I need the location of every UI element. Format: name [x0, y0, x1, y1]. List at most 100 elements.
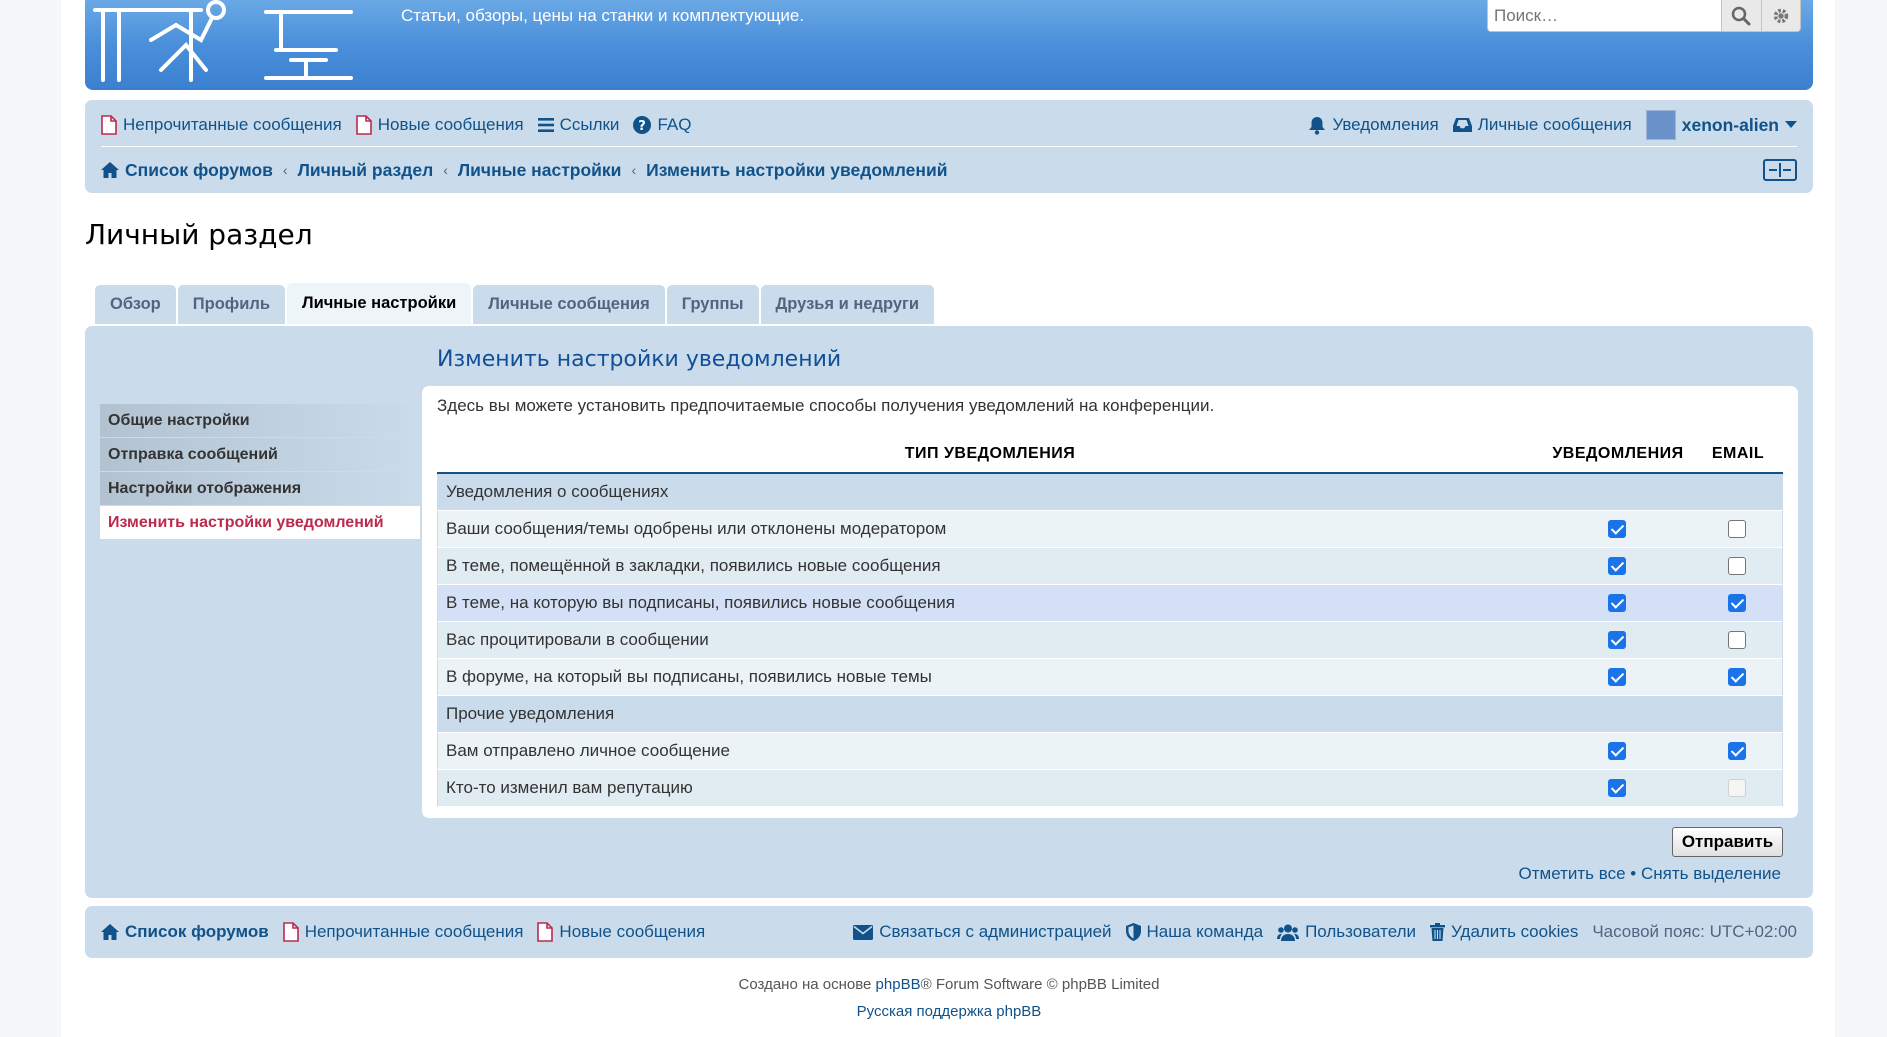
notify-checkbox[interactable] — [1608, 631, 1626, 649]
gear-icon — [1773, 8, 1788, 23]
notification-type-label: Вас процитировали в сообщении — [446, 630, 709, 649]
contact-admin-label: Связаться с администрацией — [879, 922, 1112, 941]
notify-checkbox[interactable] — [1608, 779, 1626, 797]
file-icon — [282, 922, 299, 942]
mark-all-link[interactable]: Отметить все — [1519, 864, 1626, 883]
notification-table: ТИП УВЕДОМЛЕНИЯ УВЕДОМЛЕНИЯ EMAIL Уведом… — [437, 436, 1783, 807]
submit-button[interactable]: Отправить — [1672, 827, 1783, 857]
tab-overview[interactable]: Обзор — [95, 285, 176, 324]
column-header-email: EMAIL — [1711, 445, 1765, 462]
side-menu-item-notifications[interactable]: Изменить настройки уведомлений — [100, 506, 420, 540]
bars-icon — [537, 118, 554, 132]
tab-profile[interactable]: Профиль — [177, 285, 285, 324]
notification-settings-box: Здесь вы можете установить предпочитаемы… — [422, 386, 1798, 818]
email-checkbox[interactable] — [1728, 742, 1746, 760]
header-bar: Статьи, обзоры, цены на станки и комплек… — [85, 0, 1813, 90]
copyright-line: Создано на основе phpBB® Forum Software … — [85, 976, 1813, 993]
email-checkbox[interactable] — [1728, 668, 1746, 686]
shield-icon — [1125, 923, 1141, 941]
notification-type-label: Вам отправлено личное сообщение — [446, 741, 730, 760]
notification-type-label: В теме, на которую вы подписаны, появили… — [446, 593, 955, 612]
tab-friends-foes[interactable]: Друзья и недруги — [760, 285, 935, 324]
table-group-row: Уведомления о сообщениях — [437, 474, 1783, 511]
footer-unread-posts-label: Непрочитанные сообщения — [304, 922, 524, 941]
footer-new-posts-link[interactable]: Новые сообщения — [537, 922, 705, 942]
table-group-row: Прочие уведомления — [437, 696, 1783, 733]
notify-checkbox[interactable] — [1608, 742, 1626, 760]
links-menu[interactable]: Ссылки — [537, 115, 620, 135]
members-label: Пользователи — [1305, 922, 1417, 941]
side-menu-item-posting[interactable]: Отправка сообщений — [100, 438, 420, 472]
trash-icon — [1430, 923, 1446, 941]
caret-down-icon — [1785, 121, 1797, 128]
delete-cookies-link[interactable]: Удалить cookies — [1430, 922, 1578, 942]
svg-text:?: ? — [639, 119, 647, 134]
unmark-all-link[interactable]: Снять выделение — [1641, 864, 1781, 883]
table-row: Вас процитировали в сообщении — [437, 622, 1783, 659]
notifications-label: Уведомления — [1332, 115, 1439, 134]
private-messages-link[interactable]: Личные сообщения — [1452, 115, 1632, 135]
search-button[interactable] — [1721, 0, 1761, 31]
tab-private-messages[interactable]: Личные сообщения — [473, 285, 665, 324]
faq-link[interactable]: ? FAQ — [633, 115, 691, 135]
mark-links: Отметить все • Снять выделение — [1519, 864, 1781, 884]
table-row: В теме, на которую вы подписаны, появили… — [437, 585, 1783, 622]
new-posts-link[interactable]: Новые сообщения — [355, 115, 524, 135]
expand-width-icon[interactable] — [1763, 159, 1797, 181]
table-row: В форуме, на который вы подписаны, появи… — [437, 659, 1783, 696]
delete-cookies-label: Удалить cookies — [1451, 922, 1579, 941]
notification-type-label: В форуме, на который вы подписаны, появи… — [446, 667, 932, 686]
notify-checkbox[interactable] — [1608, 557, 1626, 575]
advanced-search-button[interactable] — [1760, 0, 1800, 31]
table-row: Кто-то изменил вам репутацию — [437, 770, 1783, 807]
side-menu-item-general[interactable]: Общие настройки — [100, 404, 420, 438]
unread-posts-link[interactable]: Непрочитанные сообщения — [101, 115, 342, 135]
home-icon — [101, 924, 119, 940]
table-row: В теме, помещённой в закладки, появились… — [437, 548, 1783, 585]
russian-support-link[interactable]: Русская поддержка phpBB — [857, 1003, 1042, 1020]
notify-checkbox[interactable] — [1608, 594, 1626, 612]
unread-posts-label: Непрочитанные сообщения — [123, 115, 342, 134]
footer-forum-index-link[interactable]: Список форумов — [101, 922, 269, 942]
search-box — [1487, 0, 1801, 32]
mark-separator: • — [1630, 864, 1637, 883]
page-title: Личный раздел — [85, 218, 313, 251]
new-posts-label: Новые сообщения — [377, 115, 524, 134]
tab-preferences[interactable]: Личные настройки — [287, 283, 472, 324]
breadcrumb: Список форумов ‹ Личный раздел ‹ Личные … — [101, 156, 1797, 184]
search-icon — [1732, 6, 1751, 25]
copyright-prefix: Создано на основе — [738, 976, 876, 993]
email-checkbox[interactable] — [1728, 631, 1746, 649]
footer-forum-index-label: Список форумов — [125, 922, 269, 941]
faq-label: FAQ — [657, 115, 692, 134]
ucp-panel: Общие настройки Отправка сообщений Настр… — [85, 326, 1813, 898]
search-input[interactable] — [1488, 0, 1721, 31]
footer-unread-posts-link[interactable]: Непрочитанные сообщения — [282, 922, 524, 942]
breadcrumb-separator: ‹ — [631, 162, 637, 178]
email-checkbox[interactable] — [1728, 594, 1746, 612]
email-checkbox[interactable] — [1728, 520, 1746, 538]
notify-checkbox[interactable] — [1608, 668, 1626, 686]
breadcrumb-prefs[interactable]: Личные настройки — [458, 160, 622, 181]
notifications-link[interactable]: Уведомления — [1308, 115, 1439, 135]
tab-groups[interactable]: Группы — [666, 285, 759, 324]
column-header-notifications: УВЕДОМЛЕНИЯ — [1552, 445, 1684, 462]
team-link[interactable]: Наша команда — [1125, 922, 1263, 942]
email-checkbox[interactable] — [1728, 557, 1746, 575]
site-logo[interactable] — [91, 0, 391, 82]
contact-admin-link[interactable]: Связаться с администрацией — [853, 922, 1112, 942]
user-menu[interactable]: xenon-alien — [1645, 110, 1797, 140]
breadcrumb-ucp[interactable]: Личный раздел — [298, 160, 434, 181]
phpbb-link[interactable]: phpBB — [876, 976, 921, 993]
breadcrumb-forum-index[interactable]: Список форумов — [125, 160, 273, 181]
home-icon — [101, 162, 119, 178]
breadcrumb-notification-options[interactable]: Изменить настройки уведомлений — [646, 160, 947, 181]
private-messages-label: Личные сообщения — [1477, 115, 1632, 134]
members-link[interactable]: Пользователи — [1277, 922, 1416, 942]
footer-new-posts-label: Новые сообщения — [559, 922, 706, 941]
breadcrumb-separator: ‹ — [443, 162, 448, 178]
notify-checkbox[interactable] — [1608, 520, 1626, 538]
avatar — [1645, 110, 1676, 140]
links-label: Ссылки — [559, 115, 620, 134]
side-menu-item-display[interactable]: Настройки отображения — [100, 472, 420, 506]
